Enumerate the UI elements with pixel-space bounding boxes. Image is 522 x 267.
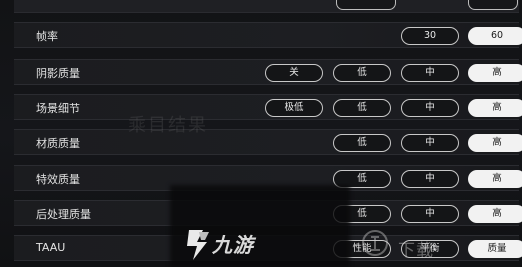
- setting-row-scene-detail: 场景细节 极低 低 中 高: [14, 94, 522, 120]
- setting-label: TAAU: [36, 241, 66, 254]
- option-medium[interactable]: 中: [401, 170, 459, 188]
- option-low[interactable]: 低: [333, 99, 391, 117]
- option-off[interactable]: 关: [265, 64, 323, 82]
- option-very-low[interactable]: 极低: [265, 99, 323, 117]
- option-medium[interactable]: 中: [401, 205, 459, 223]
- setting-label: 材质质量: [36, 137, 80, 150]
- option-quality-selected[interactable]: 质量: [468, 240, 522, 258]
- option-60-selected[interactable]: 60: [468, 27, 522, 45]
- setting-row-texture-quality: 材质质量 低 中 高: [14, 129, 522, 155]
- site-watermark-text: 下载: [398, 241, 434, 261]
- option-medium[interactable]: 中: [401, 99, 459, 117]
- setting-label: 帧率: [36, 30, 58, 43]
- setting-label: 后处理质量: [36, 208, 91, 221]
- option-low[interactable]: 低: [333, 64, 391, 82]
- previous-option-pill[interactable]: [468, 0, 518, 10]
- option-high-selected[interactable]: 高: [468, 205, 522, 223]
- option-high-selected[interactable]: 高: [468, 99, 522, 117]
- option-high-selected[interactable]: 高: [468, 134, 522, 152]
- previous-option-pill[interactable]: [336, 0, 396, 10]
- setting-label: 阴影质量: [36, 67, 80, 80]
- option-medium[interactable]: 中: [401, 64, 459, 82]
- option-high-selected[interactable]: 高: [468, 64, 522, 82]
- previous-row-partial: [14, 0, 519, 13]
- ghost-watermark-text: 乘目结果: [128, 115, 208, 136]
- jiuyou-logo-text: 九游: [212, 233, 254, 257]
- option-medium[interactable]: 中: [401, 134, 459, 152]
- option-30[interactable]: 30: [401, 27, 459, 45]
- setting-label: 特效质量: [36, 173, 80, 186]
- setting-row-framerate: 帧率 30 60: [14, 22, 522, 48]
- setting-label: 场景细节: [36, 102, 80, 115]
- setting-row-shadow-quality: 阴影质量 关 低 中 高: [14, 59, 522, 85]
- option-low[interactable]: 低: [333, 134, 391, 152]
- site-logo-icon: [362, 230, 388, 256]
- option-high-selected[interactable]: 高: [468, 170, 522, 188]
